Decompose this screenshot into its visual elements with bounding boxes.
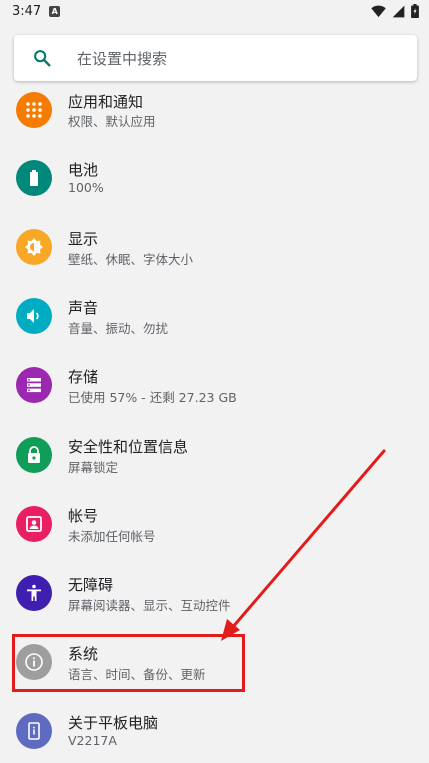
settings-item-subtitle: 屏幕阅读器、显示、互动控件 bbox=[68, 598, 231, 613]
settings-item-subtitle: 未添加任何帐号 bbox=[68, 529, 156, 544]
settings-item-subtitle: 音量、振动、勿扰 bbox=[68, 321, 169, 336]
highlight-box bbox=[12, 634, 245, 692]
wifi-icon bbox=[371, 5, 386, 17]
settings-item-title: 显示 bbox=[68, 230, 99, 248]
settings-item-title: 存储 bbox=[68, 368, 99, 386]
settings-item-subtitle: 权限、默认应用 bbox=[68, 114, 156, 129]
tablet-icon bbox=[16, 713, 52, 749]
settings-item-security[interactable]: 安全性和位置信息 屏幕锁定 bbox=[0, 424, 429, 484]
battery-status-icon bbox=[411, 4, 419, 18]
volume-icon bbox=[16, 298, 52, 334]
settings-item-storage[interactable]: 存储 已使用 57% - 还剩 27.23 GB bbox=[0, 354, 429, 414]
settings-item-title: 应用和通知 bbox=[68, 93, 144, 111]
accessibility-icon bbox=[16, 575, 52, 611]
settings-item-subtitle: 已使用 57% - 还剩 27.23 GB bbox=[68, 390, 237, 405]
notification-badge-icon: A bbox=[49, 5, 61, 17]
settings-item-title: 电池 bbox=[68, 161, 99, 179]
settings-item-accessibility[interactable]: 无障碍 屏幕阅读器、显示、互动控件 bbox=[0, 562, 429, 622]
settings-item-subtitle: 屏幕锁定 bbox=[68, 460, 119, 475]
account-icon bbox=[16, 506, 52, 542]
settings-item-about[interactable]: 关于平板电脑 V2217A bbox=[0, 700, 429, 760]
storage-icon bbox=[16, 367, 52, 403]
search-bar[interactable]: 在设置中搜索 bbox=[14, 35, 417, 81]
settings-item-title: 安全性和位置信息 bbox=[68, 438, 189, 456]
apps-grid-icon bbox=[16, 92, 52, 128]
status-bar: 3:47 A bbox=[0, 0, 429, 22]
settings-item-title: 声音 bbox=[68, 299, 99, 317]
settings-item-sound[interactable]: 声音 音量、振动、勿扰 bbox=[0, 285, 429, 345]
settings-item-apps[interactable]: 应用和通知 权限、默认应用 bbox=[0, 81, 429, 141]
status-time: 3:47 bbox=[12, 3, 42, 19]
settings-item-subtitle: V2217A bbox=[68, 733, 117, 748]
battery-icon bbox=[16, 160, 52, 196]
settings-item-accounts[interactable]: 帐号 未添加任何帐号 bbox=[0, 493, 429, 553]
search-placeholder: 在设置中搜索 bbox=[77, 49, 168, 68]
brightness-icon bbox=[16, 229, 52, 265]
settings-item-subtitle: 100% bbox=[68, 180, 104, 195]
settings-item-title: 无障碍 bbox=[68, 576, 114, 594]
settings-item-subtitle: 壁纸、休眠、字体大小 bbox=[68, 252, 194, 267]
settings-item-title: 关于平板电脑 bbox=[68, 714, 159, 732]
lock-icon bbox=[16, 437, 52, 473]
settings-item-battery[interactable]: 电池 100% bbox=[0, 147, 429, 207]
settings-item-title: 帐号 bbox=[68, 507, 99, 525]
search-icon bbox=[34, 50, 51, 67]
settings-item-display[interactable]: 显示 壁纸、休眠、字体大小 bbox=[0, 216, 429, 276]
signal-icon bbox=[392, 5, 405, 17]
